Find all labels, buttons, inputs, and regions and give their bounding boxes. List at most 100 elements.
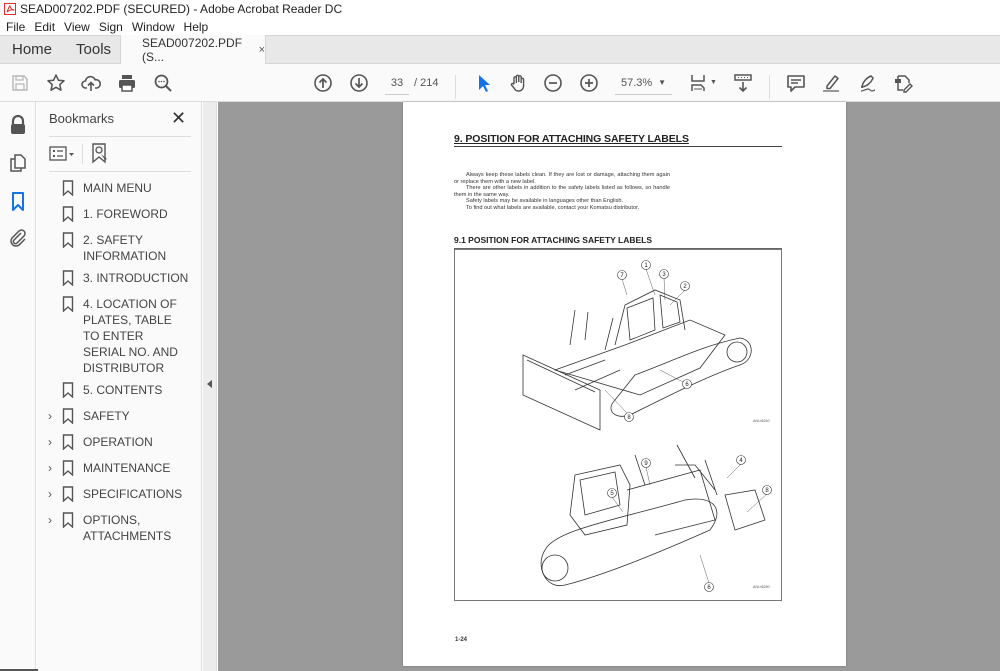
- bookmark-item[interactable]: › MAINTENANCE: [37, 457, 202, 479]
- select-cursor-icon[interactable]: [472, 72, 494, 94]
- bookmark-icon: [62, 180, 74, 196]
- comment-icon[interactable]: [785, 72, 807, 94]
- page-down-icon[interactable]: [348, 72, 370, 94]
- bookmark-item[interactable]: MAIN MENU: [37, 177, 202, 199]
- find-icon[interactable]: [152, 72, 174, 94]
- menu-window[interactable]: Window: [132, 20, 175, 34]
- collapse-arrow-icon[interactable]: [207, 380, 212, 388]
- bookmark-label: MAIN MENU: [83, 181, 152, 195]
- scroll-mode-icon[interactable]: [732, 72, 754, 94]
- menu-help[interactable]: Help: [184, 20, 209, 34]
- highlight-icon[interactable]: [820, 72, 842, 94]
- document-viewer[interactable]: 9. POSITION FOR ATTACHING SAFETY LABELS …: [218, 102, 1000, 671]
- figure-code: AN146250: [753, 585, 770, 589]
- zoom-out-icon[interactable]: [542, 72, 564, 94]
- bookmark-icon: [62, 206, 74, 222]
- bookmark-list: MAIN MENU 1. FOREWORD 2. SAFETY INFORMAT…: [37, 177, 202, 547]
- figure-code: AN146240: [753, 419, 770, 423]
- attachment-icon[interactable]: [7, 227, 29, 249]
- find-bookmark-icon[interactable]: [90, 142, 110, 169]
- bookmark-icon: [62, 512, 74, 528]
- zoom-level-dropdown[interactable]: 57.3% ▼: [615, 73, 672, 95]
- acrobat-pdf-icon: [4, 3, 16, 15]
- tab-home[interactable]: Home: [0, 36, 64, 64]
- upload-cloud-icon[interactable]: [80, 72, 102, 94]
- paragraph: Always keep these labels clean. If they …: [454, 172, 670, 185]
- paragraph: To find out what labels are available, c…: [466, 204, 640, 211]
- bookmarks-panel: Bookmarks ✕ MAIN MENU 1. FOREWORD 2. SAF…: [37, 102, 202, 671]
- toolbar: 33 / 214 57.3% ▼ ▼: [0, 64, 1000, 102]
- page-body-text: Always keep these labels clean. If they …: [454, 172, 670, 211]
- bookmark-label: OPTIONS, ATTACHMENTS: [83, 513, 172, 543]
- bookmark-icon: [62, 382, 74, 398]
- options-menu-icon[interactable]: [49, 145, 75, 168]
- bookmark-label: 2. SAFETY INFORMATION: [83, 233, 167, 263]
- bookmark-label: SAFETY: [83, 409, 130, 423]
- bookmarks-toolbar: [49, 142, 191, 166]
- bookmark-item[interactable]: 1. FOREWORD: [37, 203, 202, 225]
- bookmark-icon: [62, 232, 74, 248]
- bookmark-item[interactable]: 3. INTRODUCTION: [37, 267, 202, 289]
- tab-tools[interactable]: Tools: [64, 36, 123, 64]
- bookmark-label: SPECIFICATIONS: [83, 487, 183, 501]
- bookmarks-icon[interactable]: [7, 190, 29, 212]
- divider: [49, 171, 191, 172]
- bookmark-label: MAINTENANCE: [83, 461, 171, 475]
- page-fit-icon[interactable]: [688, 72, 710, 94]
- expand-chevron-icon[interactable]: ›: [37, 460, 57, 476]
- hand-icon[interactable]: [507, 72, 529, 94]
- tab-bar: Home Tools SEAD007202.PDF (S... ×: [0, 35, 1000, 65]
- toolbar-divider: [769, 75, 770, 99]
- figure-safety-label-positions: 1 7 3 2 6 8 AN146240 9 4 5 8 6 AN146250: [454, 249, 782, 601]
- fill-sign-icon[interactable]: [892, 72, 914, 94]
- sign-icon[interactable]: [857, 72, 879, 94]
- expand-chevron-icon[interactable]: ›: [37, 408, 57, 424]
- bookmarks-panel-title: Bookmarks: [49, 111, 115, 126]
- toolbar-divider: [455, 75, 456, 99]
- bookmark-item[interactable]: › OPERATION: [37, 431, 202, 453]
- bookmark-icon: [62, 460, 74, 476]
- bookmark-label: OPERATION: [83, 435, 153, 449]
- bookmark-item[interactable]: 2. SAFETY INFORMATION: [37, 229, 202, 267]
- print-icon[interactable]: [116, 72, 138, 94]
- menu-file[interactable]: File: [6, 20, 25, 34]
- bookmark-icon: [62, 486, 74, 502]
- bulldozer-illustration: 1 7 3 2 6 8 AN146240 9 4 5 8 6 AN146250: [522, 260, 772, 592]
- menu-bar: File Edit View Sign Window Help: [0, 18, 1000, 35]
- expand-chevron-icon[interactable]: ›: [37, 512, 57, 528]
- expand-chevron-icon[interactable]: ›: [37, 486, 57, 502]
- tab-document[interactable]: SEAD007202.PDF (S... ×: [120, 35, 266, 65]
- pages-icon[interactable]: [7, 152, 29, 174]
- page-number-label: 1-24: [455, 637, 468, 643]
- tab-document-label: SEAD007202.PDF (S...: [142, 36, 243, 64]
- navigation-rail: [0, 102, 36, 671]
- bookmark-item[interactable]: › SAFETY: [37, 405, 202, 427]
- save-icon[interactable]: [9, 72, 31, 94]
- page-heading: 9. POSITION FOR ATTACHING SAFETY LABELS: [454, 133, 782, 147]
- bookmark-item[interactable]: 4. LOCATION OF PLATES, TABLE TO ENTER SE…: [37, 293, 202, 379]
- expand-chevron-icon[interactable]: ›: [37, 434, 57, 450]
- zoom-in-icon[interactable]: [578, 72, 600, 94]
- close-panel-button[interactable]: ✕: [171, 108, 186, 129]
- menu-view[interactable]: View: [64, 20, 90, 34]
- bookmark-item[interactable]: 5. CONTENTS: [37, 379, 202, 401]
- lock-icon[interactable]: [7, 114, 29, 136]
- page-up-icon[interactable]: [312, 72, 334, 94]
- page-number-input[interactable]: 33: [385, 73, 409, 95]
- bookmark-label: 1. FOREWORD: [83, 207, 168, 221]
- divider: [82, 144, 83, 164]
- page-subheading: 9.1 POSITION FOR ATTACHING SAFETY LABELS: [454, 235, 782, 249]
- bookmark-icon: [62, 296, 74, 312]
- panel-collapse-splitter[interactable]: [203, 102, 217, 671]
- menu-sign[interactable]: Sign: [99, 20, 123, 34]
- bookmark-item[interactable]: › OPTIONS, ATTACHMENTS: [37, 509, 202, 547]
- bookmark-star-icon[interactable]: [45, 72, 67, 94]
- bookmark-item[interactable]: › SPECIFICATIONS: [37, 483, 202, 505]
- page-fit-dropdown-caret[interactable]: ▼: [710, 79, 717, 86]
- title-bar: SEAD007202.PDF (SECURED) - Adobe Acrobat…: [0, 0, 1000, 18]
- bookmark-icon: [62, 270, 74, 286]
- window-title: SEAD007202.PDF (SECURED) - Adobe Acrobat…: [20, 2, 343, 16]
- bookmark-label: 3. INTRODUCTION: [83, 271, 189, 285]
- tab-close-button[interactable]: ×: [259, 44, 265, 56]
- menu-edit[interactable]: Edit: [34, 20, 55, 34]
